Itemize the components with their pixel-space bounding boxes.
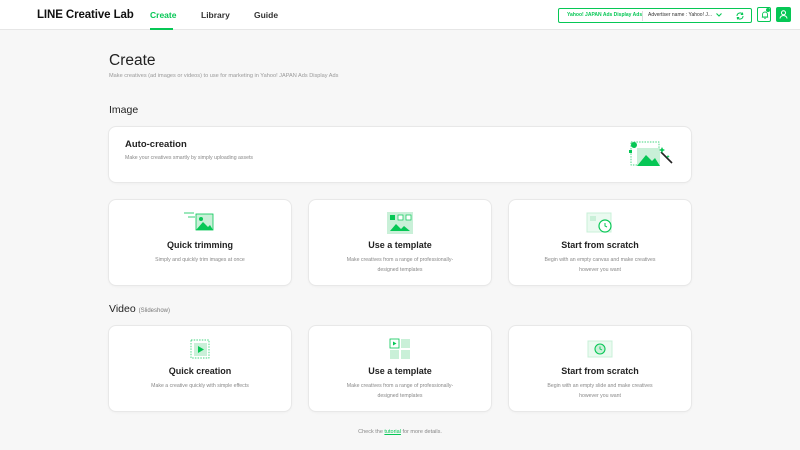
notifications-button[interactable]	[757, 7, 771, 22]
trim-image-icon	[184, 212, 214, 231]
image-scratch-card[interactable]: Start from scratch Begin with an empty c…	[508, 199, 692, 286]
auto-creation-desc: Make your creatives smartly by simply up…	[125, 155, 254, 161]
video-scratch-card[interactable]: Start from scratch Begin with an empty s…	[508, 325, 692, 412]
tutorial-link[interactable]: tutorial	[384, 429, 401, 435]
card-desc: Begin with an empty canvas and make crea…	[544, 257, 656, 273]
page-title: Create	[109, 52, 156, 69]
card-desc: Make creatives from a range of professio…	[346, 383, 454, 399]
quick-trimming-card[interactable]: Quick trimming Simply and quickly trim i…	[108, 199, 292, 286]
blank-canvas-icon	[586, 212, 612, 233]
nav-create[interactable]: Create	[150, 10, 176, 20]
blank-slide-icon	[587, 340, 613, 358]
tutorial-note: Check the tutorial for more details.	[0, 429, 800, 435]
page-description: Make creatives (ad images or videos) to …	[109, 73, 339, 79]
tutorial-note-suffix: for more details.	[400, 429, 442, 435]
user-icon	[779, 10, 788, 19]
account-selector[interactable]: Yahoo! JAPAN Ads Display Ads Advertiser …	[558, 8, 752, 23]
chevron-down-icon[interactable]	[715, 11, 723, 19]
card-title: Use a template	[368, 366, 432, 376]
user-menu-button[interactable]	[776, 7, 791, 22]
nav-guide[interactable]: Guide	[254, 10, 278, 20]
top-header: LINE Creative Lab Create Library Guide Y…	[0, 0, 800, 30]
notification-badge	[766, 8, 770, 12]
divider	[642, 11, 643, 21]
card-title: Quick creation	[168, 366, 232, 376]
card-title: Start from scratch	[561, 240, 639, 250]
advertiser-name: Advertiser name : Yahoo! J...	[648, 12, 713, 18]
card-desc: Simply and quickly trim images at once	[155, 257, 245, 263]
card-desc: Make a creative quickly with simple effe…	[151, 383, 249, 389]
video-section-label: Video	[109, 303, 136, 315]
active-nav-indicator	[150, 28, 173, 30]
video-template-icon	[389, 338, 410, 359]
card-title: Start from scratch	[561, 366, 639, 376]
auto-creation-card[interactable]: Auto-creation Make your creatives smartl…	[108, 126, 692, 183]
card-title: Use a template	[368, 240, 432, 250]
ad-platform-label: Yahoo! JAPAN Ads Display Ads	[567, 12, 643, 18]
tutorial-note-prefix: Check the	[358, 429, 385, 435]
image-section-title: Image	[109, 104, 139, 116]
video-template-card[interactable]: Use a template Make creatives from a ran…	[308, 325, 492, 412]
nav-library[interactable]: Library	[201, 10, 230, 20]
auto-creation-title: Auto-creation	[125, 139, 187, 150]
switch-account-icon[interactable]	[735, 11, 745, 21]
video-play-icon	[190, 339, 210, 359]
video-section-title: Video (Slideshow)	[109, 303, 170, 315]
auto-creation-icon	[629, 141, 673, 166]
image-template-card[interactable]: Use a template Make creatives from a ran…	[308, 199, 492, 286]
card-title: Quick trimming	[166, 240, 233, 250]
app-logo[interactable]: LINE Creative Lab	[37, 9, 134, 21]
card-desc: Make creatives from a range of professio…	[346, 257, 454, 273]
video-section-subtitle: (Slideshow)	[138, 308, 171, 314]
card-desc: Begin with an empty slide and make creat…	[547, 383, 653, 399]
quick-creation-card[interactable]: Quick creation Make a creative quickly w…	[108, 325, 292, 412]
template-icon	[387, 212, 413, 234]
